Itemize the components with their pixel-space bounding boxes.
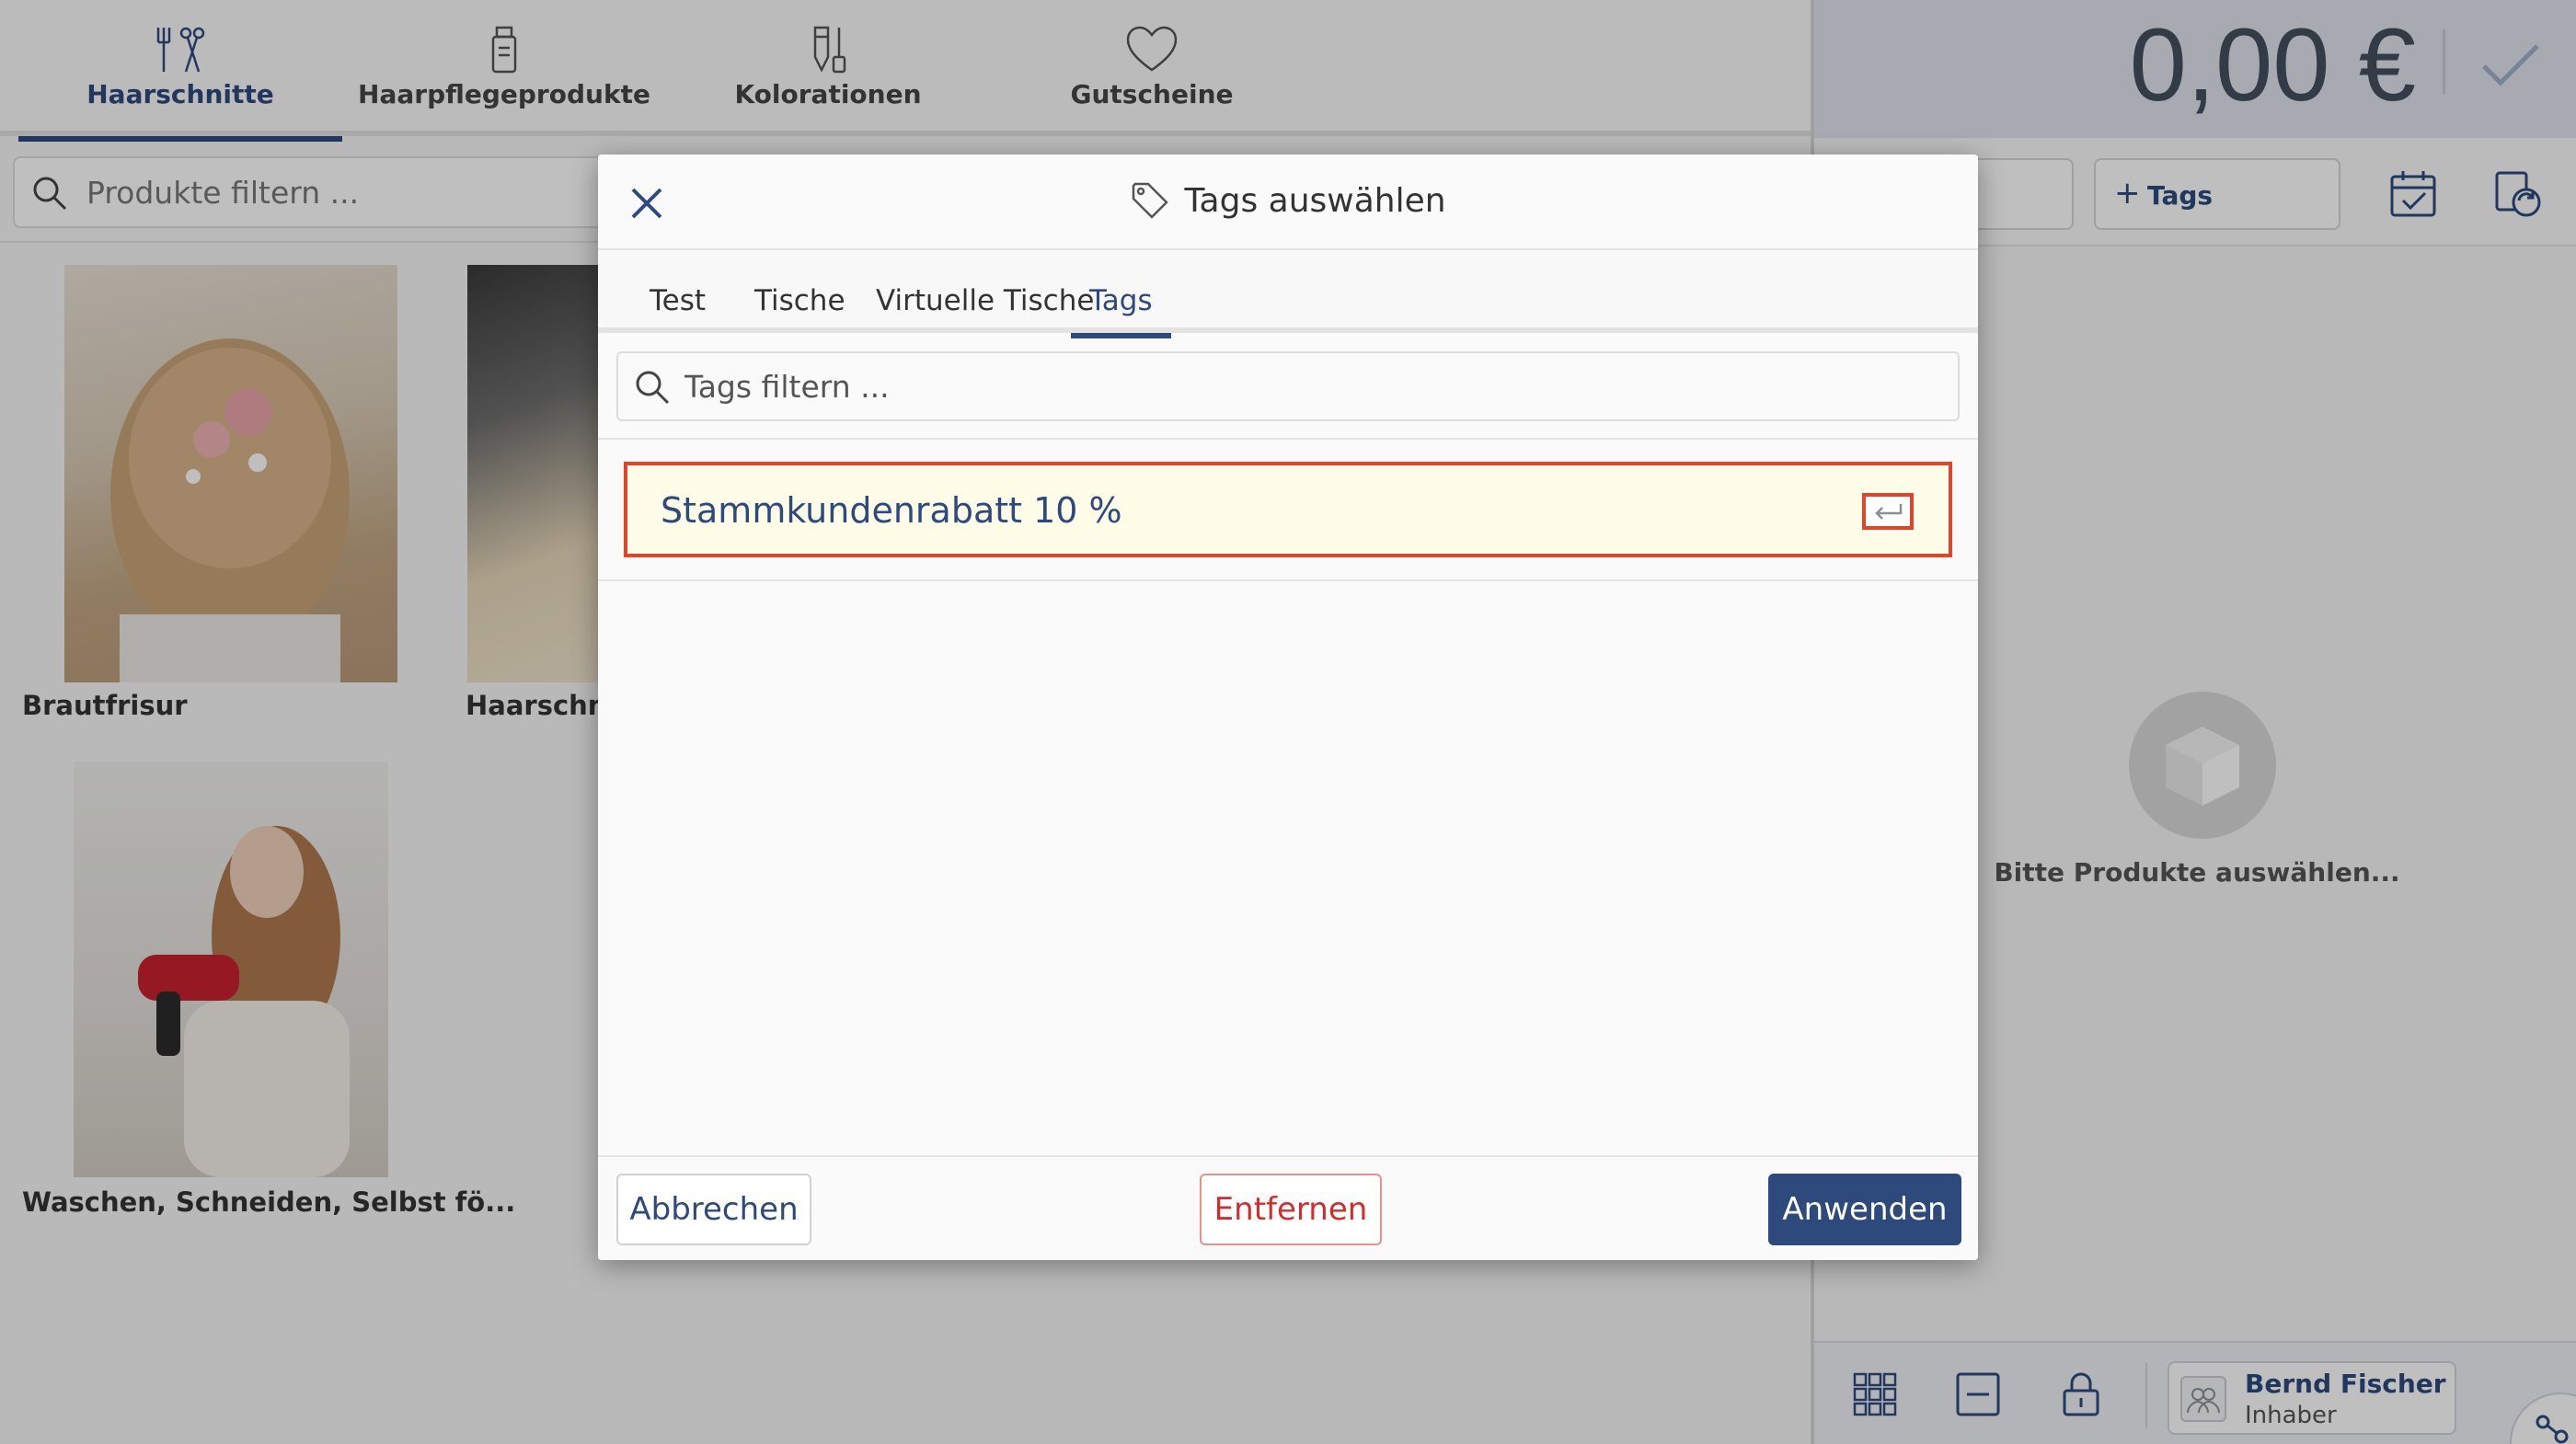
new-tag-row — [624, 462, 1952, 557]
tag-filter-input[interactable] — [684, 362, 1936, 410]
divider — [598, 579, 1978, 581]
tab-test[interactable]: Test — [631, 250, 724, 333]
divider — [598, 438, 1978, 440]
enter-return-icon — [1875, 504, 1903, 520]
dialog-title: Tags auswählen — [1184, 181, 1446, 220]
tags-dialog: Tags auswählen Test Tische Virtuelle Tis… — [598, 155, 1978, 1260]
remove-button[interactable]: Entfernen — [1200, 1174, 1382, 1245]
apply-button[interactable]: Anwenden — [1768, 1174, 1961, 1245]
dialog-header: Tags auswählen — [598, 155, 1978, 250]
tab-tische[interactable]: Tische — [736, 250, 864, 333]
search-icon — [636, 371, 670, 405]
new-tag-input[interactable] — [661, 484, 1857, 537]
tag-filter-field — [616, 351, 1960, 421]
cancel-button[interactable]: Abbrechen — [616, 1174, 811, 1245]
enter-key-button[interactable] — [1862, 493, 1914, 530]
dialog-tabs: Test Tische Virtuelle Tische Tags — [598, 250, 1978, 338]
tab-tags[interactable]: Tags — [1071, 250, 1171, 338]
tag-icon — [1133, 182, 1169, 219]
dialog-title-wrap: Tags auswählen — [598, 180, 1978, 221]
dialog-footer: Abbrechen Entfernen Anwenden — [598, 1155, 1978, 1260]
